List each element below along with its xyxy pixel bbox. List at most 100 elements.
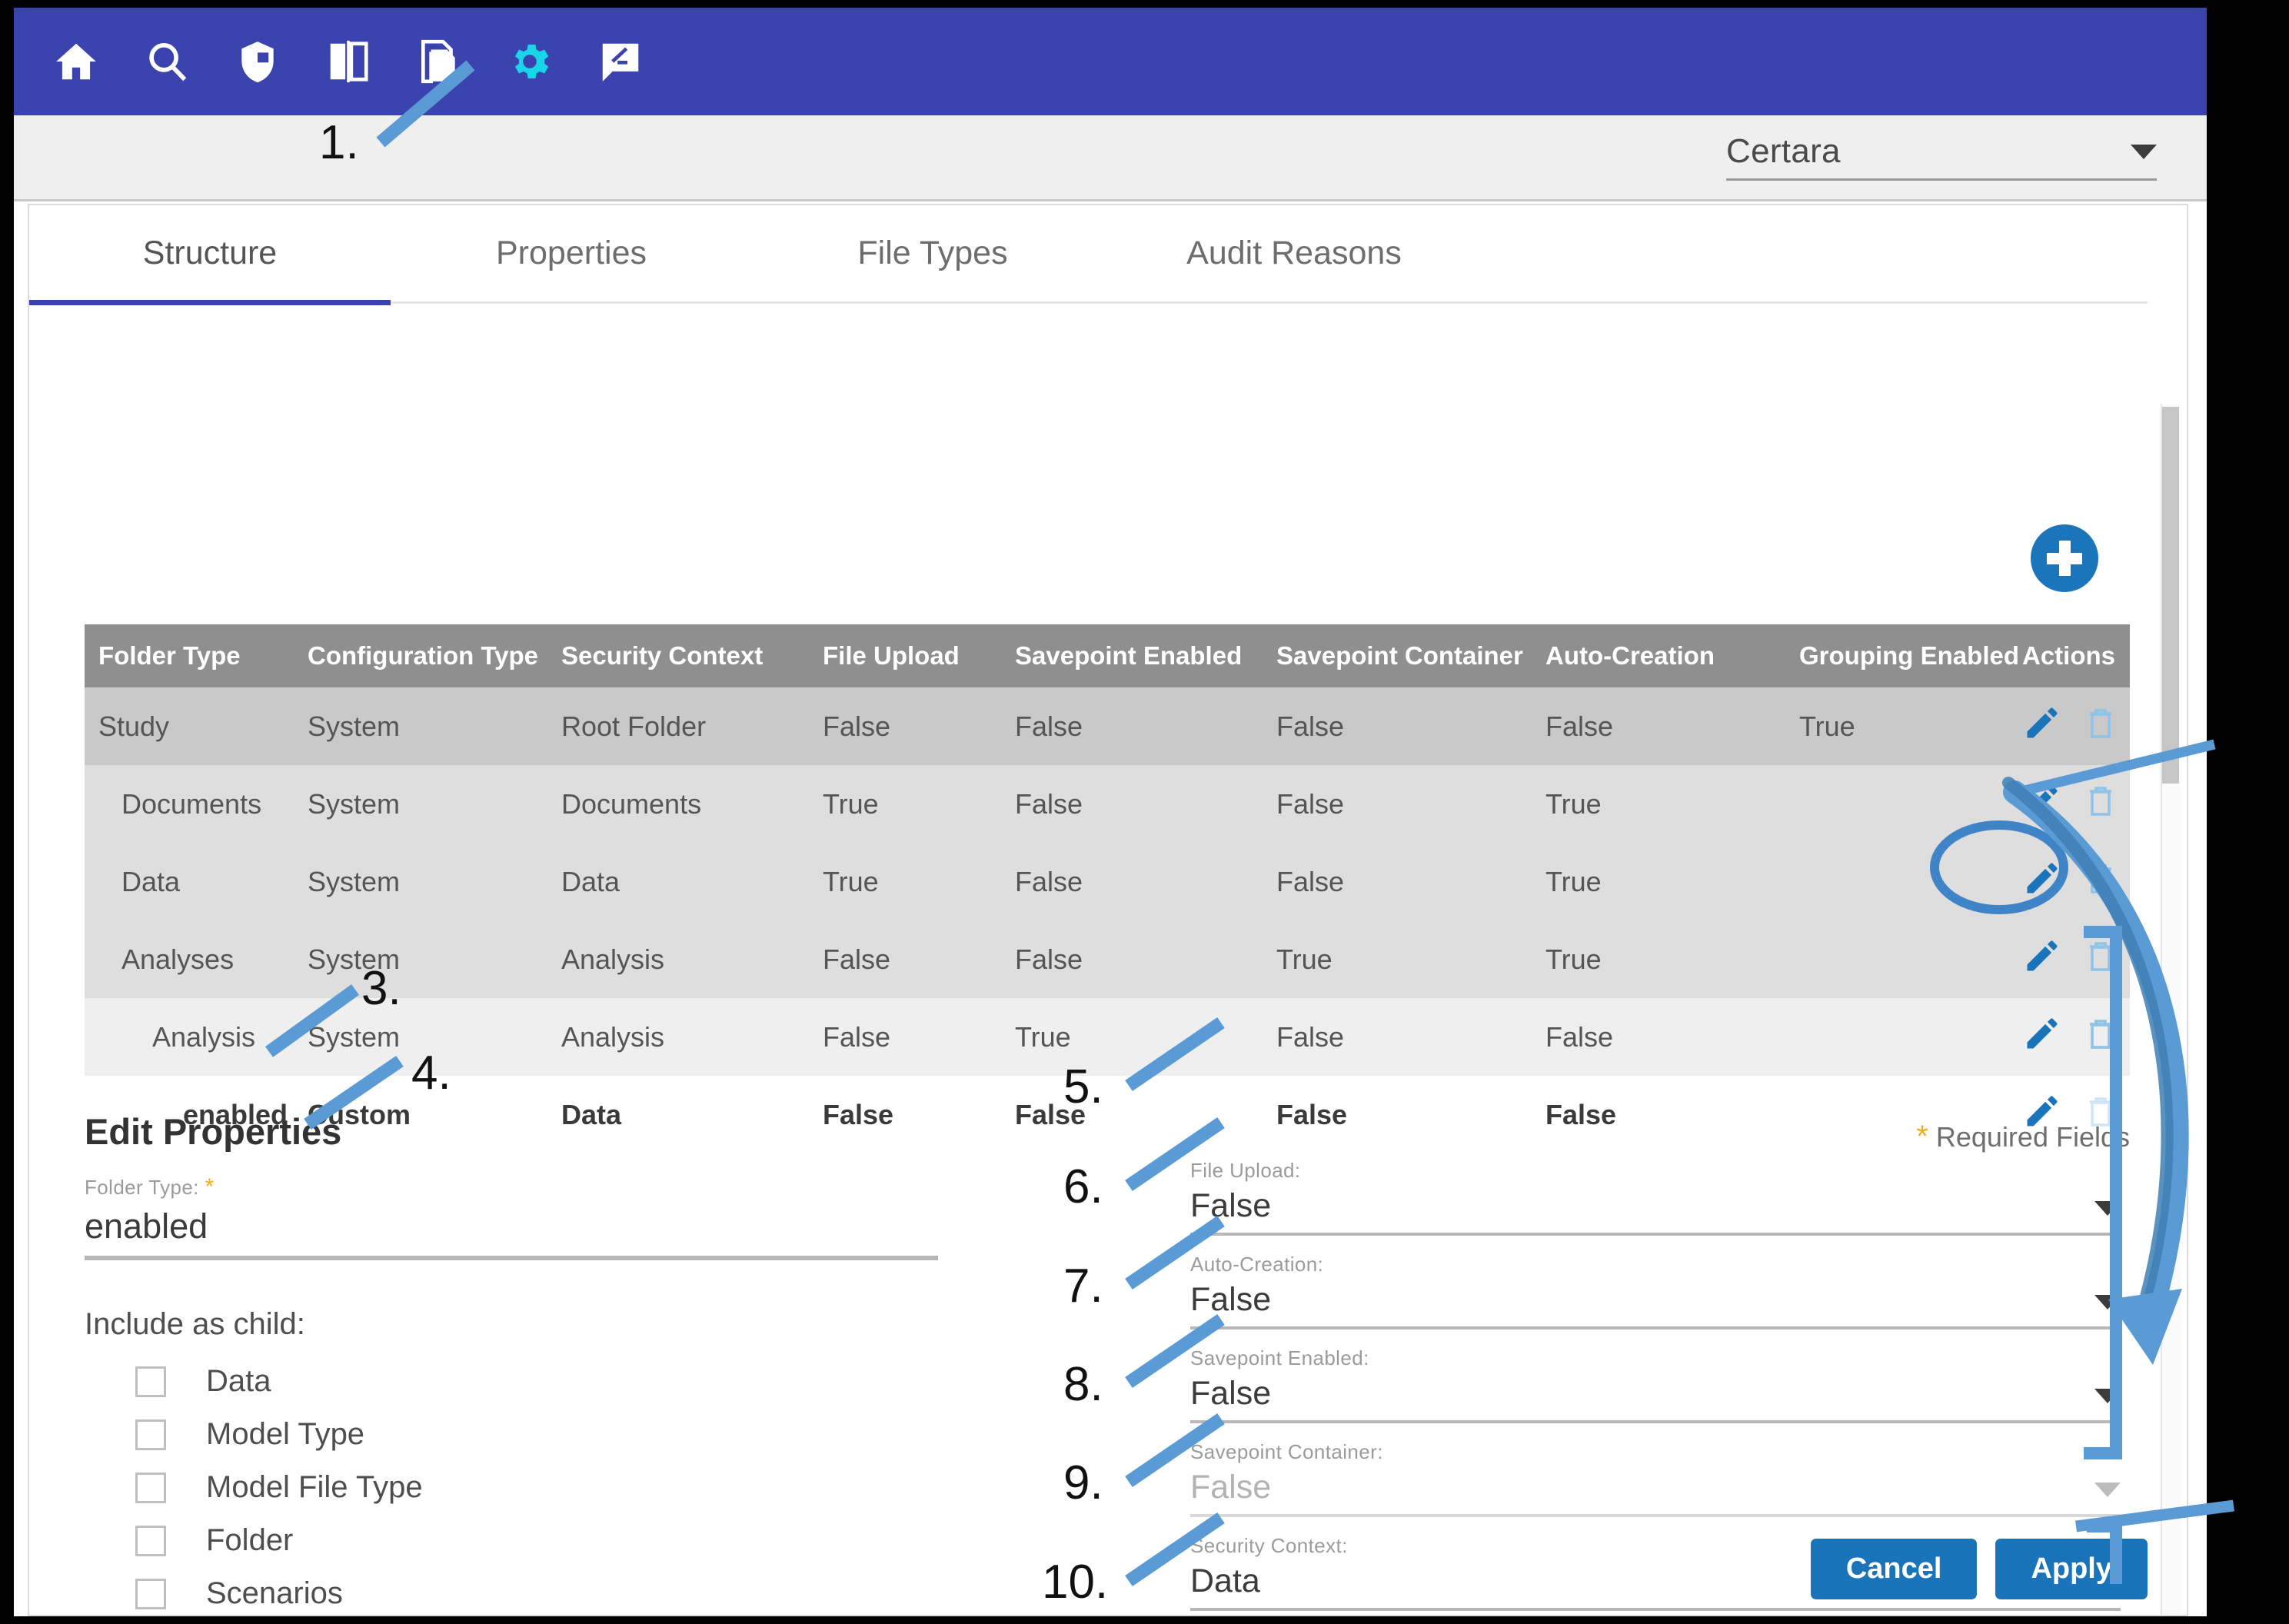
required-fields-label: Required Fields (1935, 1121, 2130, 1153)
checkbox-label-data: Data (206, 1364, 271, 1398)
checkbox-data[interactable] (135, 1366, 166, 1397)
file-upload-field: File Upload: False (1190, 1159, 2121, 1236)
table-body: Study System Root Folder False False Fal… (85, 687, 2130, 1153)
delete-trash-icon[interactable] (2082, 1015, 2119, 1059)
delete-trash-icon[interactable] (2082, 860, 2119, 904)
savepoint-enabled-value: False (1190, 1375, 1272, 1412)
cell-auto-creation: True (1545, 787, 1602, 820)
edit-pencil-icon[interactable] (2022, 703, 2062, 750)
checkbox-row-folder[interactable]: Folder (135, 1514, 423, 1567)
auto-creation-value: False (1190, 1281, 1272, 1318)
column-header-grouping-enabled[interactable]: Grouping Enabled (1799, 624, 2022, 687)
vertical-scrollbar-thumb[interactable] (2162, 407, 2179, 784)
cell-file-upload: False (823, 1020, 891, 1053)
folder-type-label-text: Folder Type: (85, 1176, 199, 1199)
cell-savepoint-enabled: False (1015, 787, 1083, 820)
delete-trash-icon[interactable] (2082, 782, 2119, 826)
file-upload-select[interactable]: False (1190, 1183, 2121, 1233)
field-underline (1190, 1420, 2121, 1423)
auto-creation-select[interactable]: False (1190, 1276, 2121, 1326)
column-header-folder-type[interactable]: Folder Type (85, 624, 308, 687)
chevron-down-icon (2131, 144, 2157, 159)
edit-pencil-icon[interactable] (2022, 936, 2062, 983)
checkbox-scenarios[interactable] (135, 1578, 166, 1609)
table-row[interactable]: Data System Data True False False True (85, 843, 2130, 920)
file-upload-value: False (1190, 1187, 1272, 1224)
table-header-row: Folder Type Configuration Type Security … (85, 624, 2130, 687)
chevron-down-icon (2094, 1201, 2121, 1216)
cell-grouping-enabled (1799, 765, 2022, 843)
home-icon[interactable] (31, 8, 121, 115)
tab-audit-reasons-label: Audit Reasons (1186, 235, 1402, 271)
savepoint-container-select: False (1190, 1464, 2121, 1514)
search-icon[interactable] (121, 8, 212, 115)
feedback-icon[interactable] (575, 8, 666, 115)
tab-properties[interactable]: Properties (391, 205, 752, 303)
savepoint-enabled-label: Savepoint Enabled: (1190, 1346, 1369, 1369)
folder-type-underline (85, 1256, 938, 1260)
checkbox-row-data[interactable]: Data (135, 1355, 423, 1408)
column-header-configuration-type[interactable]: Configuration Type (308, 624, 561, 687)
cell-grouping-enabled (1799, 843, 2022, 920)
folder-type-label: Folder Type: * (85, 1174, 938, 1200)
tab-properties-label: Properties (496, 235, 647, 271)
edit-pencil-icon[interactable] (2022, 780, 2062, 827)
tab-audit-reasons[interactable]: Audit Reasons (1113, 205, 1475, 303)
book-mirror-icon[interactable] (303, 8, 394, 115)
folder-types-table: Folder Type Configuration Type Security … (85, 624, 2130, 1153)
column-header-savepoint-enabled[interactable]: Savepoint Enabled (1015, 624, 1276, 687)
checkbox-model-file-type[interactable] (135, 1472, 166, 1503)
savepoint-container-value: False (1190, 1469, 1272, 1506)
column-header-savepoint-container[interactable]: Savepoint Container (1276, 624, 1545, 687)
checkbox-model-type[interactable] (135, 1419, 166, 1450)
table-row[interactable]: Study System Root Folder False False Fal… (85, 687, 2130, 765)
cell-folder-type: Analysis (152, 1020, 256, 1053)
document-copy-icon[interactable] (394, 8, 484, 115)
column-header-file-upload[interactable]: File Upload (823, 624, 1015, 687)
apply-button[interactable]: Apply (1995, 1539, 2148, 1599)
table-row[interactable]: Documents System Documents True False Fa… (85, 765, 2130, 843)
checkbox-row-model-file-type[interactable]: Model File Type (135, 1461, 423, 1514)
checkbox-row-scenarios[interactable]: Scenarios (135, 1567, 423, 1615)
form-actions: Cancel Apply (1810, 1539, 2148, 1599)
column-header-security-context[interactable]: Security Context (561, 624, 823, 687)
cell-folder-type: Documents (121, 787, 262, 820)
edit-pencil-icon[interactable] (2022, 858, 2062, 905)
savepoint-enabled-select[interactable]: False (1190, 1370, 2121, 1420)
cell-configuration-type: System (308, 787, 401, 820)
checkbox-row-model-type[interactable]: Model Type (135, 1408, 423, 1461)
cell-security-context: Data (561, 865, 620, 897)
cell-file-upload: True (823, 787, 879, 820)
savepoint-container-field: Savepoint Container: False (1190, 1440, 2121, 1517)
tab-file-types-label: File Types (857, 235, 1008, 271)
callout-6: 6. (1063, 1160, 1103, 1213)
cell-auto-creation: False (1545, 710, 1614, 742)
cancel-button[interactable]: Cancel (1810, 1539, 1978, 1599)
cell-folder-type: Data (121, 865, 181, 897)
shield-icon[interactable] (212, 8, 303, 115)
chevron-down-icon (2094, 1295, 2121, 1310)
cell-grouping-enabled (1799, 920, 2022, 998)
tab-file-types[interactable]: File Types (752, 205, 1113, 303)
column-header-auto-creation[interactable]: Auto-Creation (1545, 624, 1799, 687)
table-header: Folder Type Configuration Type Security … (85, 624, 2130, 687)
callout-7: 7. (1063, 1260, 1103, 1313)
delete-trash-icon[interactable] (2082, 704, 2119, 748)
auto-creation-label: Auto-Creation: (1190, 1253, 1324, 1276)
cell-savepoint-enabled: False (1015, 943, 1083, 975)
required-star-icon: * (205, 1174, 215, 1200)
cell-configuration-type: System (308, 865, 401, 897)
tab-structure[interactable]: Structure (29, 205, 391, 305)
field-underline (1190, 1514, 2121, 1517)
required-star-icon: * (1916, 1120, 1928, 1153)
cell-grouping-enabled: True (1799, 710, 1855, 742)
tab-structure-label: Structure (142, 235, 278, 271)
add-folder-type-button[interactable] (2031, 524, 2098, 592)
gear-icon[interactable] (484, 8, 575, 115)
callout-5: 5. (1063, 1060, 1103, 1113)
organization-selector[interactable]: Certara (1726, 132, 2157, 181)
checkbox-folder[interactable] (135, 1525, 166, 1556)
edit-pencil-icon[interactable] (2022, 1013, 2062, 1060)
delete-trash-icon[interactable] (2082, 937, 2119, 981)
folder-type-input[interactable]: enabled (85, 1200, 938, 1256)
